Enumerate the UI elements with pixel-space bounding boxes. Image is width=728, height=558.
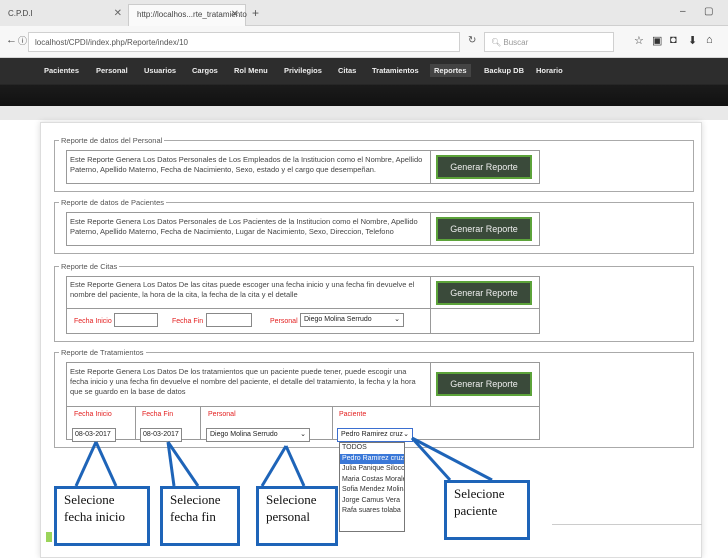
- pocket-icon[interactable]: ◘: [670, 34, 677, 46]
- browser-toolbar: ← ⓘ localhost/CPDI/index.php/Reporte/ind…: [0, 26, 728, 58]
- info-icon[interactable]: ⓘ: [18, 34, 27, 47]
- dropdown-option[interactable]: Jorge Camus Vera: [340, 496, 404, 507]
- tratamientos-paciente-label: Paciente: [339, 411, 367, 418]
- report-citas-legend: Reporte de Citas: [61, 262, 118, 271]
- callout-personal: Selecione personal: [256, 486, 338, 546]
- minimize-icon[interactable]: –: [680, 6, 686, 17]
- address-text: localhost/CPDI/index.php/Reporte/index/1…: [35, 38, 188, 47]
- report-personal-description: Este Reporte Genera Los Datos Personales…: [70, 155, 423, 174]
- browser-tab[interactable]: C.P.D.I ✕: [0, 4, 128, 26]
- search-placeholder: Buscar: [503, 38, 529, 47]
- table-divider: [66, 308, 540, 309]
- generate-pacientes-report-button[interactable]: Generar Reporte: [436, 217, 532, 241]
- citas-fecha-inicio-label: Fecha Inicio: [74, 318, 112, 325]
- report-tratamientos-legend: Reporte de Tratamientos: [61, 348, 144, 357]
- close-tab-icon[interactable]: ✕: [231, 9, 239, 20]
- nav-item-personal[interactable]: Personal: [96, 66, 128, 75]
- chevron-down-icon: ⌄: [300, 431, 306, 438]
- citas-fecha-inicio-input[interactable]: [114, 313, 158, 327]
- report-personal-legend: Reporte de datos del Personal: [61, 136, 163, 145]
- dropdown-option-selected[interactable]: Pedro Ramirez cruz: [340, 453, 404, 464]
- callout-fecha-inicio: Selecione fecha inicio: [54, 486, 150, 546]
- report-pacientes-description: Este Reporte Genera Los Datos Personales…: [70, 217, 418, 236]
- table-divider: [332, 406, 333, 440]
- reload-icon[interactable]: ↻: [468, 35, 476, 46]
- nav-item-privilegios[interactable]: Privilegios: [284, 66, 322, 75]
- download-icon[interactable]: ⬇: [688, 34, 697, 47]
- callout-fecha-fin: Selecione fecha fin: [160, 486, 240, 546]
- nav-item-rol-menu[interactable]: Rol Menu: [234, 66, 268, 75]
- browser-tab-active[interactable]: http://localhos...rte_tratamiento ✕: [128, 4, 247, 26]
- chevron-down-icon: ⌄: [394, 316, 400, 323]
- citas-fecha-fin-label: Fecha Fin: [172, 318, 204, 325]
- citas-personal-value: Diego Molina Serrudo: [304, 316, 372, 323]
- dropdown-option[interactable]: Rafa suares tolaba: [340, 506, 404, 517]
- bookmark-star-icon[interactable]: ☆: [634, 34, 644, 47]
- callout-paciente: Selecione paciente: [444, 480, 530, 540]
- citas-personal-select[interactable]: Diego Molina Serrudo ⌄: [300, 313, 404, 327]
- generate-citas-report-button[interactable]: Generar Reporte: [436, 281, 532, 305]
- app-navbar: Pacientes Personal Usuarios Cargos Rol M…: [0, 58, 728, 106]
- generate-tratamientos-report-button[interactable]: Generar Reporte: [436, 372, 532, 396]
- browser-search-input[interactable]: 🔍︎ Buscar: [484, 32, 614, 52]
- nav-item-cargos[interactable]: Cargos: [192, 66, 218, 75]
- nav-item-horario[interactable]: Horario: [536, 66, 563, 75]
- tratamientos-personal-value: Diego Molina Serrudo: [210, 431, 278, 438]
- dropdown-option[interactable]: Maria Costas Morales: [340, 475, 404, 486]
- nav-item-tratamientos[interactable]: Tratamientos: [372, 66, 419, 75]
- decorative-accent: [46, 532, 52, 542]
- table-divider: [430, 276, 431, 334]
- page-background-strip: [0, 106, 728, 120]
- tratamientos-fecha-inicio-label: Fecha Inicio: [74, 411, 112, 418]
- paciente-dropdown-list: TODOS Pedro Ramirez cruz Julia Panique S…: [339, 442, 405, 532]
- tratamientos-fecha-fin-input[interactable]: 08-03-2017: [140, 428, 182, 442]
- report-tratamientos-description: Este Reporte Genera Los Datos De los tra…: [70, 367, 416, 396]
- new-tab-icon[interactable]: +: [252, 6, 259, 20]
- citas-fecha-fin-input[interactable]: [206, 313, 252, 327]
- dropdown-option[interactable]: Sofia Mendez Molina: [340, 485, 404, 496]
- maximize-icon[interactable]: ▢: [704, 6, 713, 17]
- tratamientos-paciente-select[interactable]: Pedro Ramirez cruz ⌄: [337, 428, 413, 442]
- search-icon: 🔍︎: [491, 38, 502, 47]
- table-divider: [66, 406, 540, 407]
- tab-title: C.P.D.I: [8, 9, 33, 18]
- citas-personal-label: Personal: [270, 318, 298, 325]
- report-citas-description: Este Reporte Genera Los Datos De las cit…: [70, 280, 415, 299]
- nav-item-backup-db[interactable]: Backup DB: [484, 66, 524, 75]
- close-tab-icon[interactable]: ✕: [114, 8, 122, 19]
- home-icon[interactable]: ⌂: [706, 34, 713, 46]
- table-divider: [200, 406, 201, 440]
- dropdown-option[interactable]: TODOS: [340, 443, 404, 454]
- divider: [552, 524, 702, 525]
- nav-item-pacientes[interactable]: Pacientes: [44, 66, 79, 75]
- browser-tab-bar: C.P.D.I ✕ http://localhos...rte_tratamie…: [0, 0, 728, 26]
- chevron-down-icon: ⌄: [403, 431, 409, 438]
- tratamientos-paciente-value: Pedro Ramirez cruz: [341, 431, 403, 438]
- tratamientos-fecha-fin-label: Fecha Fin: [142, 411, 174, 418]
- table-divider: [430, 150, 431, 184]
- tratamientos-fecha-inicio-input[interactable]: 08-03-2017: [72, 428, 116, 442]
- back-icon[interactable]: ←: [6, 34, 17, 46]
- report-pacientes-legend: Reporte de datos de Pacientes: [61, 198, 164, 207]
- table-divider: [430, 362, 431, 406]
- nav-item-citas[interactable]: Citas: [338, 66, 356, 75]
- dropdown-option[interactable]: Julia Panique Siloco: [340, 464, 404, 475]
- nav-item-usuarios[interactable]: Usuarios: [144, 66, 176, 75]
- tratamientos-personal-select[interactable]: Diego Molina Serrudo ⌄: [206, 428, 310, 442]
- reading-list-icon[interactable]: ▣: [652, 34, 662, 47]
- nav-item-reportes[interactable]: Reportes: [430, 64, 471, 77]
- tratamientos-personal-label: Personal: [208, 411, 236, 418]
- table-divider: [135, 406, 136, 440]
- table-divider: [430, 212, 431, 246]
- generate-personal-report-button[interactable]: Generar Reporte: [436, 155, 532, 179]
- address-bar[interactable]: localhost/CPDI/index.php/Reporte/index/1…: [28, 32, 460, 52]
